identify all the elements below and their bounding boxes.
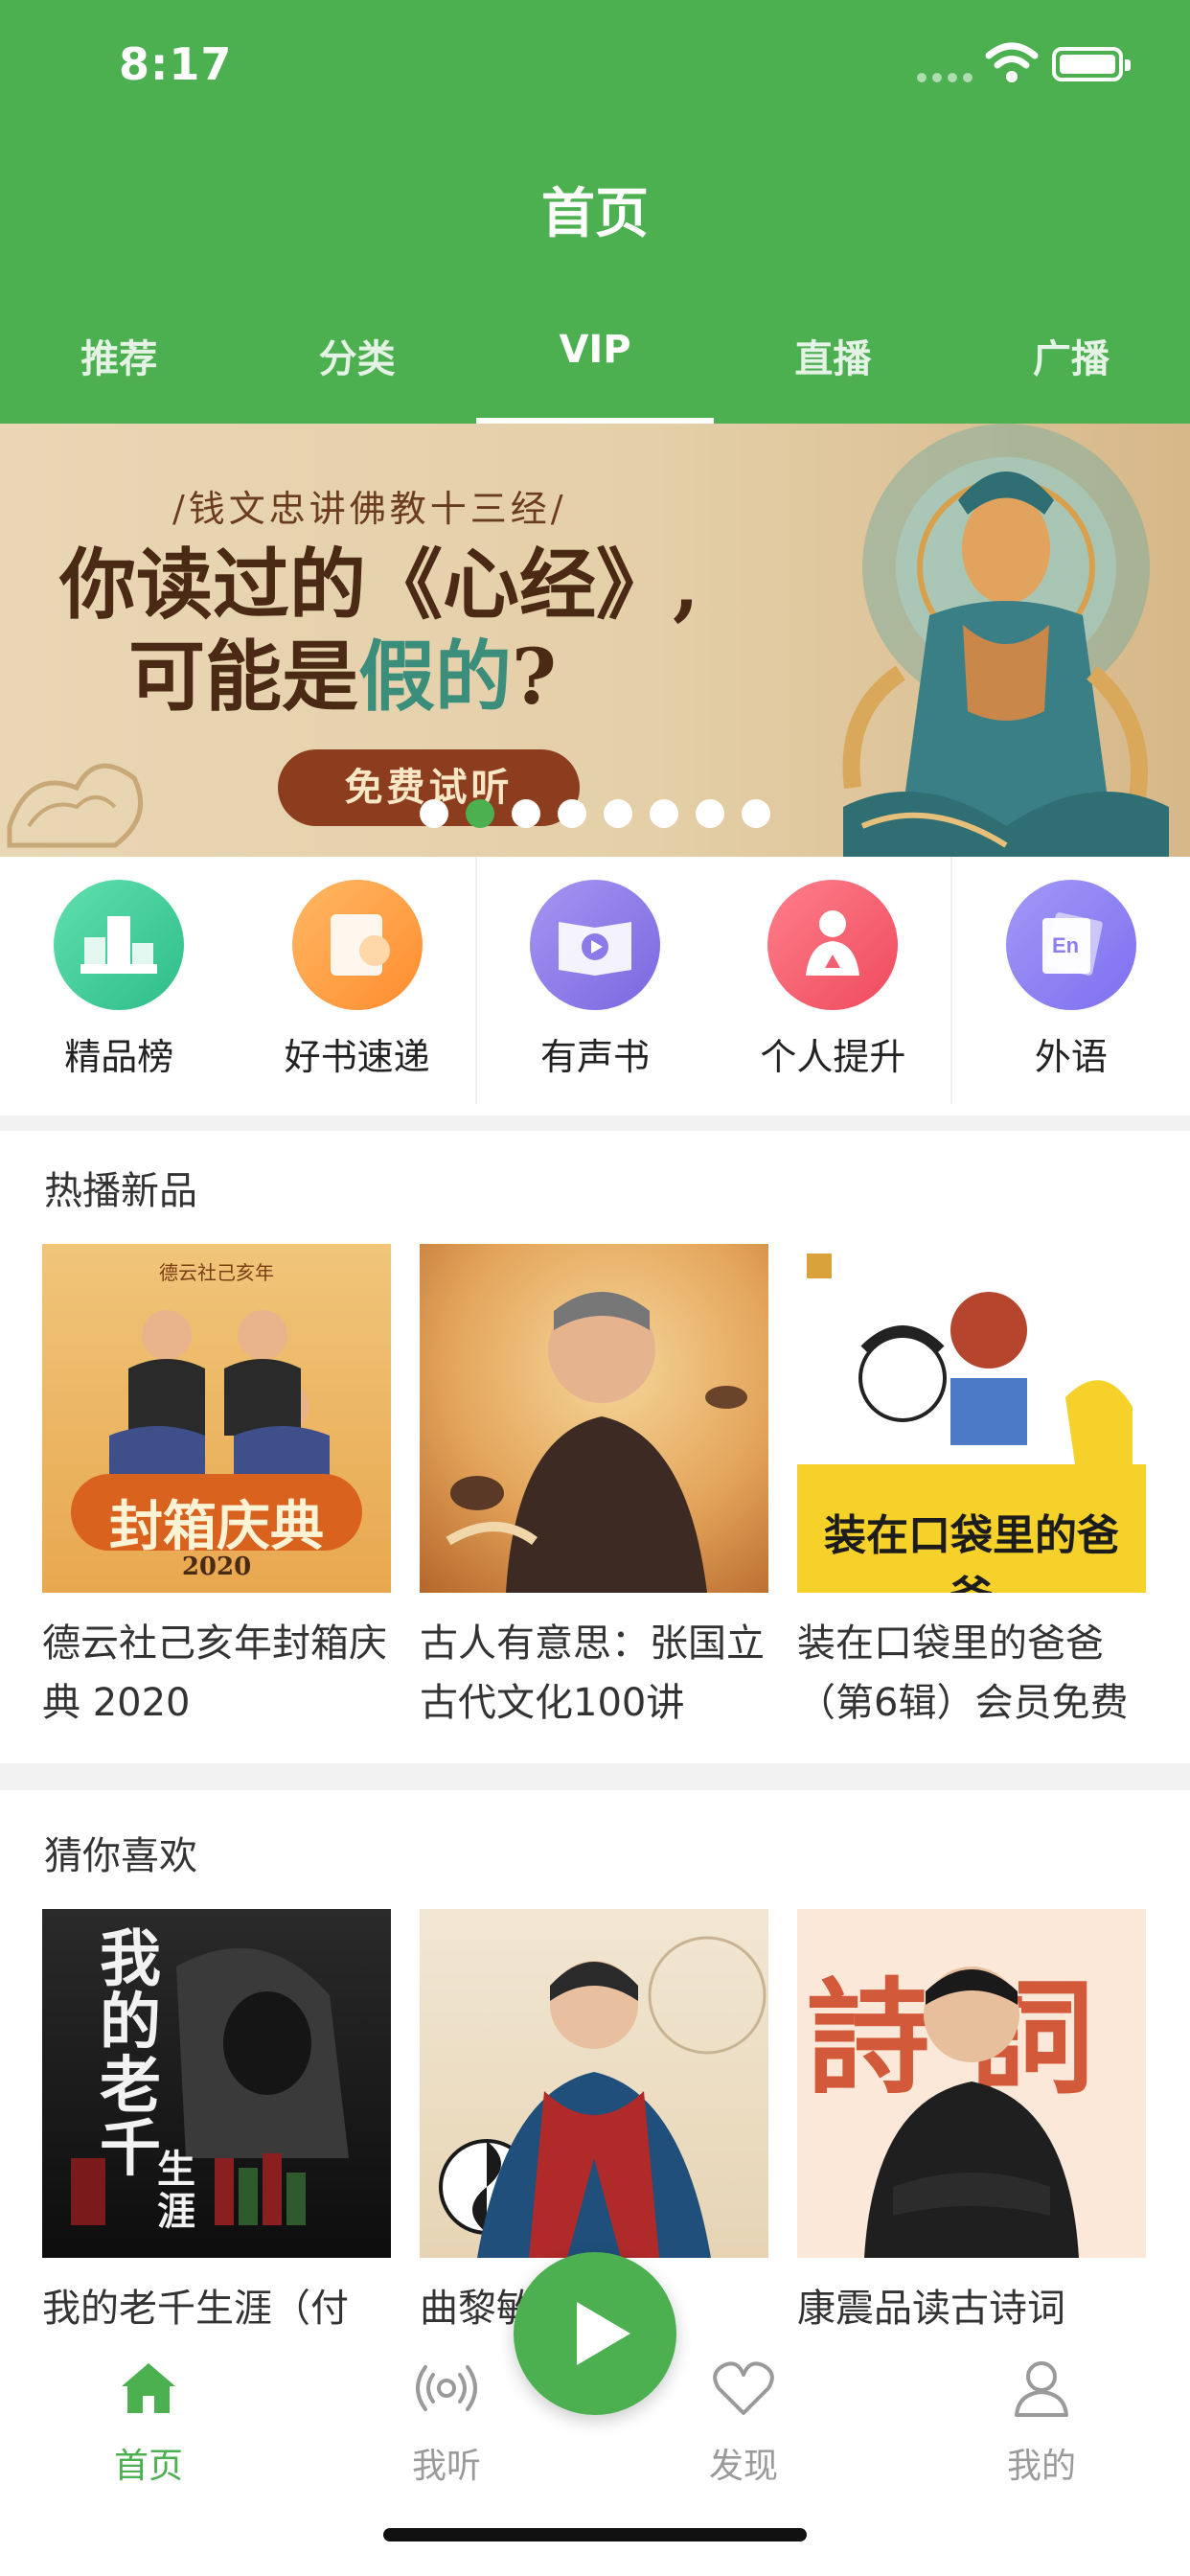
carousel-dot[interactable] <box>742 799 770 828</box>
buddha-illustration <box>842 424 1169 857</box>
category-label: 个人提升 <box>760 1036 906 1078</box>
hot-new-title: 热播新品 <box>44 1169 197 1213</box>
hot-new-grid: 德云社己亥年 封箱庆典 2020 德云社己亥年封箱庆典 2020 古人有意思：张… <box>42 1244 1148 1733</box>
book-cover <box>420 1244 768 1593</box>
book-title: 装在口袋里的爸爸（第6辑）会员免费 <box>797 1622 1129 1725</box>
heart-icon <box>713 2361 774 2415</box>
svg-text:En: En <box>1052 933 1079 957</box>
book-cover: 装在口袋里的爸爸 <box>797 1244 1146 1593</box>
book-title: 康震品读古诗词 <box>797 2287 1065 2331</box>
category-row: 精品榜 好书速递 有声书 个人提升 En 外语 <box>0 857 1190 1116</box>
banner-series: /钱文忠讲佛教十三经/ <box>172 488 567 530</box>
cover-title-text: 装在口袋里的爸爸 <box>824 1511 1119 1593</box>
book-delivery-icon <box>291 880 423 1010</box>
page-title: 首页 <box>541 183 649 245</box>
lecturer-portrait <box>439 1936 767 2258</box>
cloud-ornament-icon <box>7 763 144 848</box>
carousel-dot[interactable] <box>512 799 540 828</box>
carousel-dot[interactable] <box>650 799 678 828</box>
top-tabs: 推荐 分类 VIP 直播 广播 <box>0 316 1190 424</box>
category-divider <box>475 857 477 1104</box>
category-label: 外语 <box>1034 1036 1108 1078</box>
audiobook-icon <box>530 880 661 1010</box>
book-card[interactable]: 装在口袋里的爸爸 装在口袋里的爸爸（第6辑）会员免费 <box>797 1244 1146 1733</box>
hooded-figure-illustration <box>71 1947 349 2225</box>
carousel-dot[interactable] <box>604 799 632 828</box>
carousel-dot[interactable] <box>696 799 724 828</box>
nav-profile[interactable]: 我的 <box>946 2354 1137 2488</box>
book-card[interactable]: 德云社己亥年 封箱庆典 2020 德云社己亥年封箱庆典 2020 <box>42 1244 391 1733</box>
headline-pre: 可能是 <box>128 632 358 722</box>
book-title: 我的老千生涯（付 <box>42 2287 349 2331</box>
carousel-dot-active[interactable] <box>466 799 494 828</box>
trophy-icon <box>54 880 185 1010</box>
nav-label: 首页 <box>113 2447 183 2486</box>
category-label: 精品榜 <box>64 1036 174 1078</box>
book-cover: 詩詞 <box>797 1909 1146 2258</box>
book-cover: 德云社己亥年 封箱庆典 2020 <box>42 1244 391 1593</box>
book-cover: 我的老千 生涯 <box>42 1909 391 2258</box>
language-icon: En <box>1005 880 1136 1010</box>
category-audiobook[interactable]: 有声书 <box>476 857 714 1116</box>
guess-title: 猜你喜欢 <box>44 1834 197 1878</box>
category-quick-books[interactable]: 好书速递 <box>238 857 475 1116</box>
cover-title-text: 我的老千 <box>100 1923 161 2185</box>
nav-label: 我的 <box>1006 2447 1076 2486</box>
profile-icon <box>1015 2361 1068 2417</box>
nav-home[interactable]: 首页 <box>53 2354 244 2488</box>
banner-headline: 你读过的《心经》, 可能是假的? <box>59 539 699 723</box>
cover-title-text: 封箱庆典 <box>109 1495 324 1558</box>
promo-banner[interactable]: /钱文忠讲佛教十三经/ 你读过的《心经》, 可能是假的? 免费试听 <box>0 424 1190 857</box>
person-up-icon <box>767 880 899 1010</box>
carousel-dots <box>420 799 770 828</box>
tab-recommend[interactable]: 推荐 <box>0 316 238 424</box>
cover-sub-text: 生涯 <box>157 2147 195 2234</box>
banner-headline-line2: 可能是假的? <box>59 631 699 723</box>
cover-sub-text: 2020 <box>181 1552 252 1581</box>
nav-label: 我听 <box>411 2447 481 2486</box>
book-cover <box>420 1909 768 2258</box>
wifi-icon <box>985 42 1039 82</box>
banner-headline-line1: 你读过的《心经》, <box>59 540 699 630</box>
headline-post: ? <box>512 632 557 722</box>
battery-icon <box>1052 47 1131 81</box>
status-bar: 8:17 <box>0 0 1190 125</box>
book-title: 古人有意思：张国立古代文化100讲 <box>420 1622 765 1725</box>
carousel-dot[interactable] <box>558 799 586 828</box>
book-title: 德云社己亥年封箱庆典 2020 <box>42 1622 387 1725</box>
listen-icon <box>416 2365 477 2411</box>
home-icon <box>122 2363 175 2413</box>
tab-radio[interactable]: 广播 <box>952 316 1190 424</box>
section-gap <box>0 1763 1190 1790</box>
nav-discover[interactable]: 发现 <box>648 2354 839 2488</box>
app-header: 8:17 首页 推荐 分类 VIP 直播 广播 <box>0 0 1190 424</box>
category-ranking[interactable]: 精品榜 <box>0 857 238 1116</box>
play-button[interactable] <box>514 2252 676 2415</box>
category-self-improvement[interactable]: 个人提升 <box>714 857 951 1116</box>
play-icon <box>577 2302 630 2365</box>
status-time: 8:17 <box>119 38 233 90</box>
tab-vip[interactable]: VIP <box>475 316 715 424</box>
narrator-portrait <box>446 1292 747 1593</box>
nav-label: 发现 <box>708 2447 778 2486</box>
scholar-portrait <box>864 1966 1079 2258</box>
section-gap <box>0 1116 1190 1131</box>
category-label: 好书速递 <box>284 1036 430 1078</box>
headline-accent: 假的 <box>358 632 512 722</box>
tab-live[interactable]: 直播 <box>714 316 951 424</box>
home-indicator[interactable] <box>383 2528 807 2542</box>
category-label: 有声书 <box>540 1036 651 1078</box>
book-card[interactable]: 詩詞 康震品读古诗词 <box>797 1909 1146 2338</box>
book-card[interactable]: 古人有意思：张国立古代文化100讲 <box>420 1244 768 1733</box>
carousel-dot[interactable] <box>420 799 448 828</box>
book-card[interactable]: 我的老千 生涯 我的老千生涯（付 <box>42 1909 391 2338</box>
cellular-signal-icon <box>917 73 973 82</box>
category-divider <box>950 857 952 1104</box>
tab-category[interactable]: 分类 <box>238 316 475 424</box>
category-foreign-language[interactable]: En 外语 <box>952 857 1190 1116</box>
